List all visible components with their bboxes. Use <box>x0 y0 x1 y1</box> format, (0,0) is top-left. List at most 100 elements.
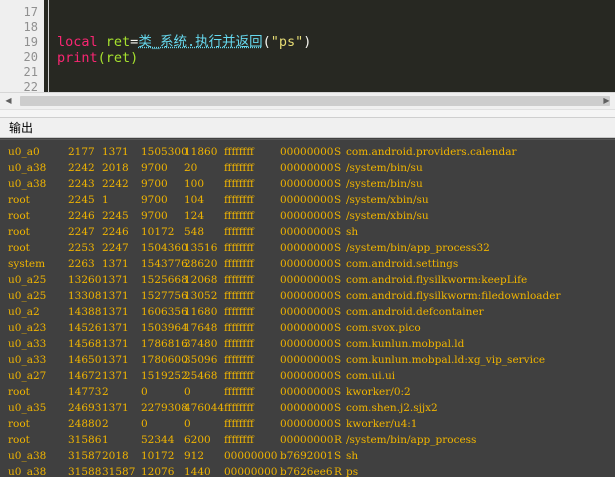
output-line: u0_a0 2177 1371 1505300 11860 ffffffff 0000000… <box>8 144 608 160</box>
ps-state: S <box>334 370 342 382</box>
ps-user: u0_a23 <box>8 322 47 334</box>
ps-state: R <box>334 434 342 446</box>
code-token: "ps" <box>270 34 304 50</box>
ps-user: u0_a38 <box>8 162 47 174</box>
ps-user: root <box>8 434 30 446</box>
ps-name: ps <box>346 466 359 477</box>
line-number: 21 <box>23 65 38 79</box>
ps-user: root <box>8 418 30 430</box>
ps-name: com.shen.j2.sjjx2 <box>346 402 438 414</box>
ps-state: S <box>334 210 342 222</box>
ps-vsize: 9700 <box>141 210 168 222</box>
ps-ppid: 1371 <box>102 274 129 286</box>
output-line: root 2246 2245 9700 124 ffffffff 00000000 S/sys… <box>8 208 608 224</box>
scrollbar-thumb[interactable] <box>20 96 610 106</box>
ps-wchan: 00000000 <box>224 466 278 477</box>
ps-vsize: 1606356 <box>141 306 188 318</box>
line-number: 17 <box>23 5 38 19</box>
ps-pc: 00000000 <box>280 418 334 430</box>
ps-vsize: 10172 <box>141 226 175 238</box>
ps-ppid: 1 <box>102 194 109 206</box>
ps-rss: 104 <box>184 194 205 206</box>
ps-ppid: 1371 <box>102 290 129 302</box>
ps-name: sh <box>346 226 359 238</box>
ps-user: u0_a25 <box>8 290 47 302</box>
ps-ppid: 1371 <box>102 146 129 158</box>
ps-vsize: 1780600 <box>141 354 188 366</box>
editor-horizontal-scrollbar[interactable]: ◀ ▶ <box>0 92 615 109</box>
ps-rss: 17648 <box>184 322 218 334</box>
code-line[interactable]: local ret=类_系统.执行并返回("ps") <box>57 34 311 50</box>
ps-pc: 00000000 <box>280 322 334 334</box>
output-line: root 2245 1 9700 104 ffffffff 00000000 S/system… <box>8 192 608 208</box>
ps-vsize: 1519252 <box>141 370 188 382</box>
ps-user: root <box>8 210 30 222</box>
ps-pid: 31588 <box>68 466 102 477</box>
ps-state: S <box>334 306 342 318</box>
output-panel[interactable]: u0_a0 2177 1371 1505300 11860 ffffffff 0000000… <box>0 139 615 477</box>
ps-pid: 31586 <box>68 434 102 446</box>
ps-pc: 00000000 <box>280 386 334 398</box>
line-number: 20 <box>23 50 38 64</box>
ps-pid: 13308 <box>68 290 102 302</box>
output-line: root 14773 2 0 0 ffffffff 00000000 Skworker/0:2 <box>8 384 608 400</box>
ps-state: S <box>334 178 342 190</box>
code-editor[interactable]: 17 18 19 20 21 22 local ret=类_系统.执行并返回("ps") p… <box>0 0 615 92</box>
panel-splitter[interactable] <box>0 109 615 118</box>
ps-ppid: 2242 <box>102 178 129 190</box>
ps-pc: 00000000 <box>280 194 334 206</box>
ps-vsize: 9700 <box>141 162 168 174</box>
output-line: u0_a38 31587 2018 10172 912 00000000 b7692001 S… <box>8 448 608 464</box>
ps-pid: 2242 <box>68 162 95 174</box>
ps-state: S <box>334 242 342 254</box>
ps-rss: 28620 <box>184 258 218 270</box>
ps-pc: 00000000 <box>280 274 334 286</box>
ps-user: u0_a25 <box>8 274 47 286</box>
ps-ppid: 31587 <box>102 466 136 477</box>
ps-pid: 14650 <box>68 354 102 366</box>
code-token: ( <box>262 34 271 50</box>
output-line: system 2263 1371 1543776 28620 ffffffff 000000… <box>8 256 608 272</box>
ps-pid: 14526 <box>68 322 102 334</box>
ps-pc: b7692001 <box>280 450 334 462</box>
ps-rss: 11860 <box>184 146 218 158</box>
output-line: root 2253 2247 1504360 13516 ffffffff 00000000… <box>8 240 608 256</box>
ps-pc: 00000000 <box>280 210 334 222</box>
ps-wchan: ffffffff <box>224 402 254 414</box>
ps-rss: 476044 <box>184 402 225 414</box>
ps-ppid: 2 <box>102 418 109 430</box>
ps-wchan: ffffffff <box>224 418 254 430</box>
ps-state: R <box>334 466 342 477</box>
ps-wchan: ffffffff <box>224 338 254 350</box>
ps-user: u0_a27 <box>8 370 47 382</box>
scroll-right-icon[interactable]: ▶ <box>598 93 615 109</box>
ps-ppid: 2018 <box>102 450 129 462</box>
line-number: 22 <box>23 80 38 93</box>
ps-name: /system/xbin/su <box>346 194 429 206</box>
ps-ppid: 2018 <box>102 162 129 174</box>
scroll-left-icon[interactable]: ◀ <box>0 93 17 109</box>
ps-ppid: 1371 <box>102 354 129 366</box>
ps-ppid: 2246 <box>102 226 129 238</box>
ps-pid: 14388 <box>68 306 102 318</box>
code-line[interactable]: print(ret) <box>57 50 138 66</box>
ps-user: u0_a0 <box>8 146 40 158</box>
ps-pc: 00000000 <box>280 402 334 414</box>
ps-rss: 25468 <box>184 370 218 382</box>
ps-state: S <box>334 258 342 270</box>
ps-ppid: 1371 <box>102 258 129 270</box>
output-line: root 2247 2246 10172 548 ffffffff 00000000 Ssh <box>8 224 608 240</box>
ps-user: u0_a38 <box>8 178 47 190</box>
ps-pid: 14773 <box>68 386 102 398</box>
ps-user: u0_a38 <box>8 466 47 477</box>
ps-rss: 912 <box>184 450 205 462</box>
ps-pid: 2177 <box>68 146 95 158</box>
ps-wchan: ffffffff <box>224 306 254 318</box>
ps-rss: 12068 <box>184 274 218 286</box>
ps-rss: 1440 <box>184 466 211 477</box>
ps-pc: 00000000 <box>280 226 334 238</box>
fold-margin <box>48 0 49 92</box>
ps-wchan: ffffffff <box>224 370 254 382</box>
ps-rss: 0 <box>184 386 191 398</box>
ps-vsize: 1543776 <box>141 258 188 270</box>
